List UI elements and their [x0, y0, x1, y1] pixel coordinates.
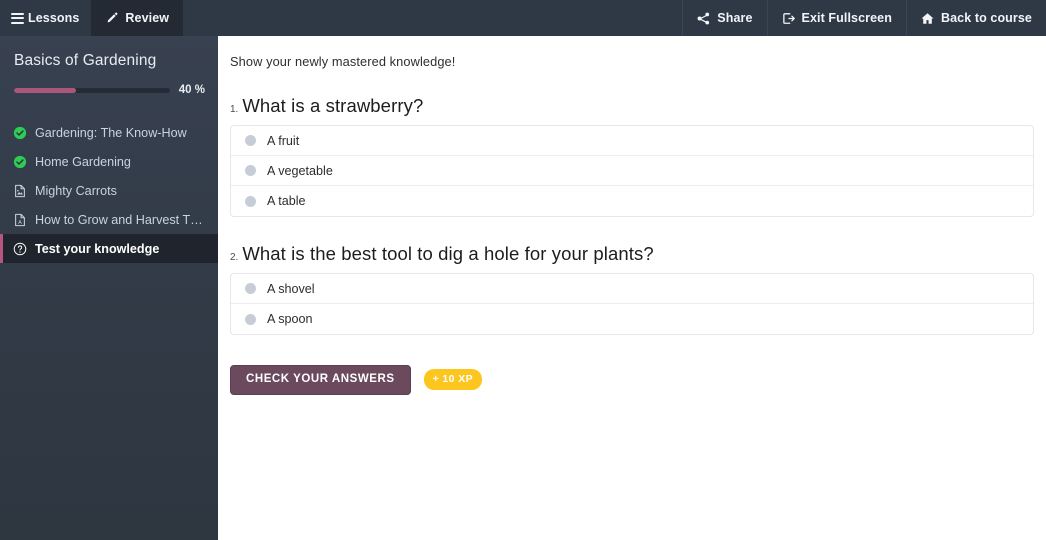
share-icon — [697, 12, 710, 25]
radio-button-icon[interactable] — [245, 135, 256, 146]
radio-button-icon[interactable] — [245, 313, 256, 325]
check-circle-icon — [13, 155, 27, 169]
answer-option[interactable]: A shovel — [231, 274, 1033, 304]
sidebar-item-label: Home Gardening — [35, 154, 131, 169]
progress-track — [14, 87, 170, 93]
exit-fullscreen-button[interactable]: Exit Fullscreen — [766, 0, 906, 36]
course-title: Basics of Gardening — [14, 52, 157, 69]
back-to-course-button[interactable]: Back to course — [905, 0, 1046, 36]
sidebar-item-home-gardening[interactable]: Home Gardening — [0, 147, 218, 176]
quiz-intro-text: Show your newly mastered knowledge! — [230, 54, 456, 69]
answer-option[interactable]: A fruit — [231, 126, 1033, 156]
review-tab[interactable]: Review — [91, 0, 184, 36]
quiz-actions: CHECK YOUR ANSWERS + 10 XP — [230, 365, 1034, 395]
sidebar-item-label: Gardening: The Know-How — [35, 125, 187, 140]
review-tab-label: Review — [125, 11, 170, 25]
question-circle-icon — [13, 242, 27, 256]
course-progress: 40 % — [0, 70, 218, 96]
answer-options-group: A shovel A spoon — [230, 273, 1034, 335]
question-heading: 2. What is the best tool to dig a hole f… — [230, 243, 1034, 265]
hamburger-icon — [11, 12, 24, 24]
topbar-right-group: Share Exit Fullscreen Back to course — [682, 0, 1046, 36]
quiz-content: Show your newly mastered knowledge! 1. W… — [218, 36, 1046, 540]
sidebar-item-how-to-grow-and-harvest[interactable]: A How to Grow and Harvest The B… — [0, 205, 218, 234]
question-number: 1. — [230, 104, 239, 115]
progress-fill — [14, 87, 77, 93]
answer-option-label: A shovel — [267, 281, 315, 296]
check-circle-icon — [13, 126, 27, 140]
pencil-icon — [105, 12, 118, 25]
radio-button-icon[interactable] — [245, 165, 256, 176]
sidebar-item-label: Test your knowledge — [35, 241, 160, 256]
course-sidebar: Basics of Gardening 40 % Gardening: The … — [0, 36, 218, 540]
question-text: What is a strawberry? — [242, 95, 424, 116]
question-block: 1. What is a strawberry? A fruit A veget… — [230, 95, 1034, 217]
pdf-file-icon: A — [13, 213, 27, 227]
xp-reward-badge: + 10 XP — [423, 369, 483, 391]
sidebar-item-test-your-knowledge[interactable]: Test your knowledge — [0, 234, 218, 263]
sidebar-item-label: Mighty Carrots — [35, 183, 117, 198]
topbar-left-group: Lessons Review — [0, 0, 184, 36]
lessons-tab-label: Lessons — [28, 11, 80, 25]
question-block: 2. What is the best tool to dig a hole f… — [230, 243, 1034, 335]
quiz-page: Lessons Review Share Exit Fullscreen Bac… — [0, 0, 1046, 540]
sidebar-item-mighty-carrots[interactable]: Mighty Carrots — [0, 176, 218, 205]
top-navigation-bar: Lessons Review Share Exit Fullscreen Bac… — [0, 0, 1046, 36]
answer-option-label: A vegetable — [267, 163, 333, 178]
svg-text:A: A — [18, 219, 22, 225]
radio-button-icon[interactable] — [245, 195, 256, 207]
answer-option[interactable]: A table — [231, 186, 1033, 216]
back-to-course-label: Back to course — [940, 11, 1032, 25]
check-answers-button[interactable]: CHECK YOUR ANSWERS — [230, 365, 411, 395]
image-file-icon — [13, 184, 27, 198]
sidebar-item-label: How to Grow and Harvest The B… — [35, 212, 208, 227]
lessons-tab[interactable]: Lessons — [0, 0, 91, 36]
home-icon — [921, 12, 934, 25]
answer-option-label: A fruit — [267, 133, 300, 148]
answer-option[interactable]: A spoon — [231, 304, 1033, 334]
exit-fullscreen-label: Exit Fullscreen — [801, 11, 892, 25]
question-number: 2. — [230, 252, 239, 263]
share-button[interactable]: Share — [682, 0, 766, 36]
sidebar-item-gardening-the-know-how[interactable]: Gardening: The Know-How — [0, 118, 218, 147]
question-text: What is the best tool to dig a hole for … — [242, 243, 654, 264]
question-heading: 1. What is a strawberry? — [230, 95, 1034, 117]
exit-fullscreen-icon — [782, 12, 795, 25]
progress-percent-label: 40 % — [178, 84, 205, 96]
answer-option[interactable]: A vegetable — [231, 156, 1033, 186]
share-label: Share — [717, 11, 753, 25]
answer-option-label: A spoon — [267, 312, 313, 326]
lesson-list: Gardening: The Know-How Home Gardening M… — [0, 118, 218, 263]
answer-options-group: A fruit A vegetable A table — [230, 125, 1034, 217]
radio-button-icon[interactable] — [245, 283, 256, 294]
answer-option-label: A table — [267, 194, 306, 208]
